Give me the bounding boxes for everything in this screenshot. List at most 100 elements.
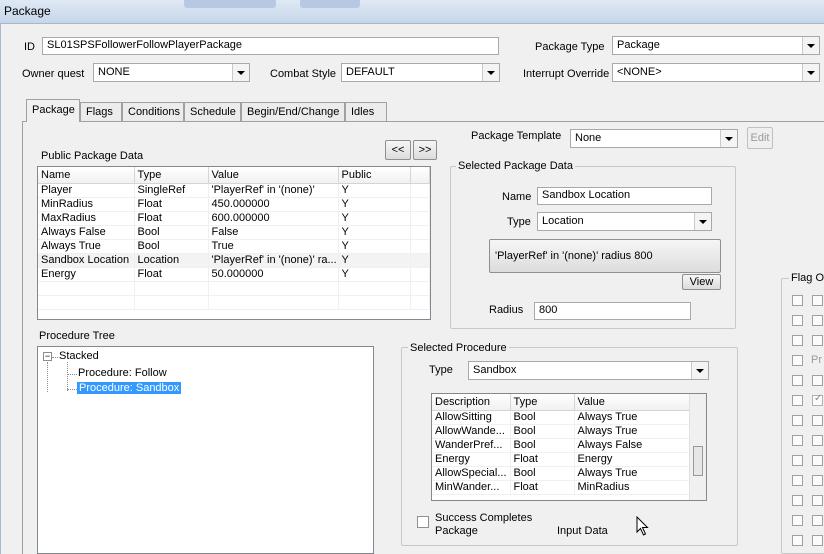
table-cell: Y (338, 211, 411, 226)
chevron-down-icon[interactable] (691, 362, 708, 379)
flag-checkbox[interactable] (812, 455, 823, 466)
table-cell: Always False (574, 438, 691, 453)
flag-checkbox[interactable] (812, 315, 823, 326)
interrupt-override-select[interactable]: <NONE> (612, 63, 820, 82)
table-cell: Float (510, 452, 575, 467)
table-row[interactable] (38, 281, 430, 296)
tab-begin-end-change[interactable]: Begin/End/Change (241, 102, 345, 122)
flag-checkbox[interactable]: ✓ (812, 393, 823, 406)
tree-node-follow[interactable]: Procedure: Follow (78, 367, 167, 379)
table-cell: MinWander... (432, 480, 511, 495)
flag-checkbox[interactable] (792, 355, 803, 366)
edit-button[interactable]: Edit (747, 127, 773, 149)
tab-package[interactable]: Package (26, 99, 80, 122)
flag-checkbox[interactable] (792, 495, 803, 506)
scrollbar-thumb[interactable] (693, 446, 703, 476)
collapse-icon[interactable]: − (43, 352, 52, 361)
title-bar: Package (0, 0, 824, 24)
prev-button[interactable]: << (385, 140, 411, 160)
table-cell: Always True (574, 410, 691, 425)
flag-checkbox[interactable] (812, 375, 823, 386)
column-header[interactable]: Public (338, 167, 411, 184)
table-cell (410, 211, 430, 226)
column-header[interactable]: Type (134, 167, 209, 184)
name-field[interactable]: Sandbox Location (537, 187, 712, 205)
procedure-tree[interactable]: − Stacked Procedure: Follow Procedure: S… (37, 346, 374, 554)
flag-checkbox[interactable] (792, 455, 803, 466)
flag-checkbox[interactable] (792, 415, 803, 426)
table-row[interactable]: MaxRadius Float 600.000000 Y (38, 211, 430, 226)
table-row[interactable]: WanderPref... Bool Always False (432, 438, 691, 453)
table-cell: Energy (38, 267, 135, 282)
location-button[interactable]: 'PlayerRef' in '(none)' radius 800 (489, 239, 721, 273)
combat-style-select[interactable]: DEFAULT (341, 63, 500, 82)
column-header[interactable]: Value (208, 167, 339, 184)
column-header[interactable]: Description (432, 394, 511, 411)
chevron-down-icon[interactable] (694, 213, 711, 230)
window-title: Package (4, 4, 51, 18)
owner-quest-select[interactable]: NONE (93, 63, 250, 82)
view-button[interactable]: View (682, 274, 721, 290)
flag-checkbox[interactable] (812, 295, 823, 306)
package-template-select[interactable]: None (570, 129, 738, 148)
public-data-table[interactable]: Name Type Value Public Player SingleRef 'Play… (37, 166, 431, 320)
table-row[interactable]: Energy Float 50.000000 Y (38, 267, 430, 282)
tree-node-sandbox[interactable]: Procedure: Sandbox (77, 382, 182, 394)
flag-checkbox[interactable] (792, 515, 803, 526)
column-header[interactable]: Type (510, 394, 575, 411)
chevron-down-icon[interactable] (232, 64, 249, 81)
flag-checkbox[interactable] (792, 295, 803, 306)
table-row[interactable] (38, 295, 430, 310)
flag-checkbox[interactable] (812, 495, 823, 506)
table-cell: 'PlayerRef' in '(none)' ra... (208, 253, 339, 268)
flag-checkbox[interactable] (792, 435, 803, 446)
flag-checkbox[interactable] (792, 315, 803, 326)
tab-idles[interactable]: Idles (345, 102, 387, 122)
table-row[interactable]: MinRadius Float 450.000000 Y (38, 197, 430, 212)
selected-procedure-label: Selected Procedure (408, 342, 509, 354)
tree-node-stacked[interactable]: Stacked (59, 350, 99, 362)
procedure-data-table[interactable]: Description Type Value AllowSitting Bool Alw… (431, 393, 707, 501)
procedure-type-select[interactable]: Sandbox (468, 361, 709, 380)
flag-checkbox[interactable] (792, 335, 803, 346)
next-button[interactable]: >> (413, 140, 437, 160)
chevron-down-icon[interactable] (802, 37, 819, 54)
id-field[interactable]: SL01SPSFollowerFollowPlayerPackage (42, 37, 499, 55)
package-type-select[interactable]: Package (612, 36, 820, 55)
success-completes-checkbox[interactable] (417, 516, 429, 528)
tab-conditions[interactable]: Conditions (122, 102, 184, 122)
table-cell: Player (38, 183, 135, 198)
chevron-down-icon[interactable] (720, 130, 737, 147)
name-label: Name (502, 191, 532, 203)
data-type-select[interactable]: Location (537, 212, 712, 231)
flag-checkbox[interactable] (792, 475, 803, 486)
flag-checkbox[interactable] (792, 375, 803, 386)
table-row[interactable]: Player SingleRef 'PlayerRef' in '(none)' Y (38, 183, 430, 198)
table-row[interactable]: AllowWande... Bool Always True (432, 424, 691, 439)
chevron-down-icon[interactable] (482, 64, 499, 81)
procedure-scrollbar[interactable] (689, 394, 706, 500)
table-row[interactable]: MinWander... Float MinRadius (432, 480, 691, 495)
flag-checkbox[interactable] (812, 535, 823, 546)
flag-checkbox[interactable] (812, 515, 823, 526)
table-cell: 600.000000 (208, 211, 339, 226)
tree-line (47, 362, 48, 392)
table-row[interactable]: Sandbox Location Location 'PlayerRef' in '… (38, 253, 430, 268)
column-header[interactable]: Name (38, 167, 135, 184)
table-row[interactable]: Energy Float Energy (432, 452, 691, 467)
flag-checkbox[interactable] (812, 335, 823, 346)
table-row[interactable]: Always True Bool True Y (38, 239, 430, 254)
flag-checkbox[interactable] (792, 535, 803, 546)
chevron-down-icon[interactable] (802, 64, 819, 81)
table-row[interactable]: Always False Bool False Y (38, 225, 430, 240)
flag-checkbox[interactable] (812, 435, 823, 446)
flag-checkbox[interactable] (792, 395, 803, 406)
table-row[interactable]: AllowSitting Bool Always True (432, 410, 691, 425)
radius-field[interactable]: 800 (534, 302, 691, 320)
column-header[interactable]: Value (574, 394, 691, 411)
flag-checkbox[interactable] (812, 475, 823, 486)
table-row[interactable]: AllowSpecial... Bool Always True (432, 466, 691, 481)
tab-flags[interactable]: Flags (80, 102, 122, 122)
flag-checkbox[interactable] (812, 415, 823, 426)
tab-schedule[interactable]: Schedule (184, 102, 241, 122)
